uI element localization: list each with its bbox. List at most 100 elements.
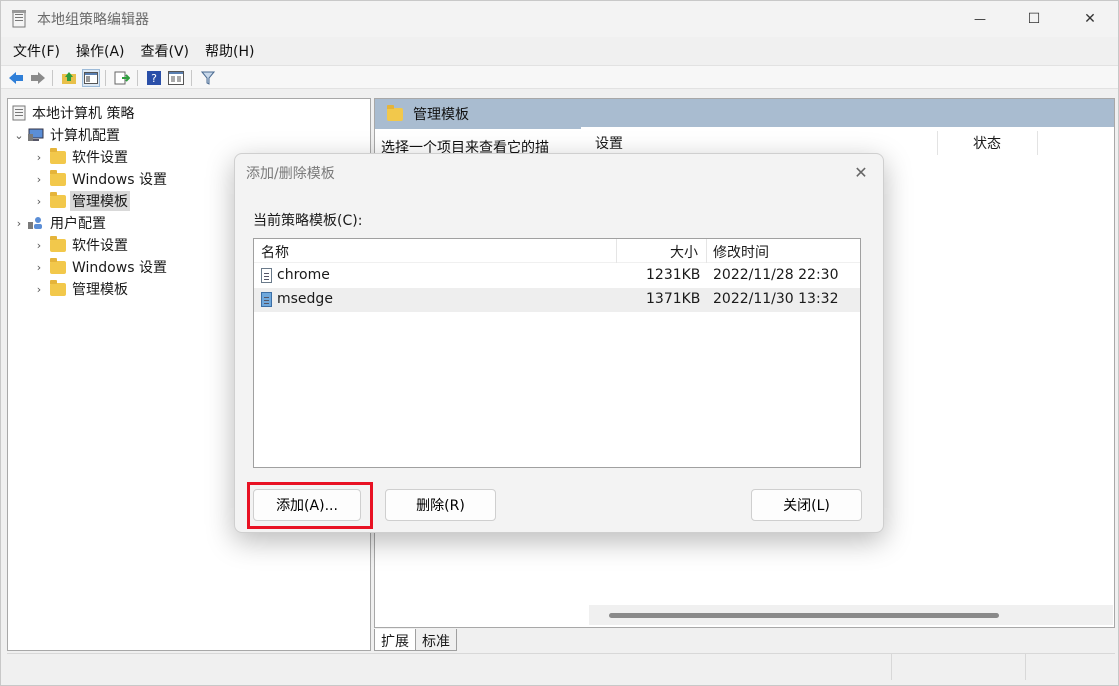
folder-icon: [50, 191, 66, 208]
menu-bar: 文件(F) 操作(A) 查看(V) 帮助(H): [1, 39, 1118, 63]
column-separator[interactable]: [616, 239, 617, 263]
status-separator: [891, 654, 892, 680]
tree-item-user-admin-templates[interactable]: › 管理模板: [32, 278, 130, 300]
tree-label: Windows 设置: [72, 172, 167, 188]
column-state[interactable]: 状态: [973, 133, 1001, 153]
chevron-right-icon[interactable]: ›: [32, 239, 46, 252]
show-hide-tree-button[interactable]: [82, 69, 100, 87]
folder-icon: [50, 257, 66, 274]
template-file-icon: [261, 292, 272, 307]
add-remove-templates-dialog: 添加/删除模板 ✕ 当前策略模板(C): 名称 大小 修改时间 chrome 1…: [234, 153, 884, 533]
column-separator[interactable]: [1037, 131, 1038, 155]
details-header-title: 管理模板: [413, 107, 469, 123]
tree-item-user-windows-settings[interactable]: › Windows 设置: [32, 256, 169, 278]
help-icon: ?: [147, 71, 161, 85]
remove-template-button[interactable]: 删除(R): [385, 489, 496, 521]
tree-label: 软件设置: [72, 238, 128, 254]
chevron-right-icon[interactable]: ›: [32, 283, 46, 296]
user-icon: [28, 217, 42, 229]
tree-label: 管理模板: [72, 282, 128, 298]
template-name: chrome: [277, 267, 330, 283]
folder-icon: [50, 279, 66, 296]
menu-view[interactable]: 查看(V): [135, 39, 196, 63]
view-tabs: 扩展 标准: [374, 629, 457, 651]
tree-item-computer-config[interactable]: ⌄ 计算机配置: [12, 124, 122, 146]
policy-document-icon: [12, 105, 26, 121]
export-list-button[interactable]: [113, 69, 131, 87]
horizontal-scrollbar[interactable]: [589, 605, 1113, 625]
template-size: 1231KB: [646, 267, 701, 283]
template-size: 1371KB: [646, 291, 701, 307]
tree-label: 本地计算机 策略: [32, 106, 135, 122]
computer-icon: [28, 128, 44, 141]
properties-button[interactable]: [167, 69, 185, 87]
properties-icon: [168, 71, 184, 85]
minimize-icon: —: [974, 12, 986, 26]
toolbar: ?: [1, 65, 1118, 89]
chevron-right-icon[interactable]: ›: [32, 195, 46, 208]
tree-item-computer-windows-settings[interactable]: › Windows 设置: [32, 168, 169, 190]
menu-action[interactable]: 操作(A): [70, 39, 131, 63]
template-file-icon: [261, 268, 272, 283]
chevron-down-icon[interactable]: ⌄: [12, 129, 26, 142]
table-row[interactable]: chrome 1231KB 2022/11/28 22:30: [254, 264, 860, 288]
up-folder-button[interactable]: [60, 69, 78, 87]
dialog-title: 添加/删除模板: [246, 166, 335, 182]
folder-icon: [50, 169, 66, 186]
export-list-icon: [114, 71, 130, 85]
maximize-button[interactable]: ☐: [1011, 1, 1057, 37]
tree-item-computer-software-settings[interactable]: › 软件设置: [32, 146, 130, 168]
tree-item-computer-admin-templates[interactable]: › 管理模板: [32, 190, 130, 212]
chevron-right-icon[interactable]: ›: [32, 173, 46, 186]
svg-text:?: ?: [151, 72, 157, 85]
current-templates-label: 当前策略模板(C):: [253, 213, 363, 229]
column-setting[interactable]: 设置: [595, 133, 623, 153]
chevron-right-icon[interactable]: ›: [32, 261, 46, 274]
chevron-right-icon[interactable]: ›: [32, 151, 46, 164]
menu-help[interactable]: 帮助(H): [199, 39, 260, 63]
policy-editor-app-icon: [12, 10, 26, 28]
tree-item-user-config[interactable]: › 用户配置: [12, 212, 108, 234]
show-hide-tree-icon: [84, 72, 98, 84]
filter-button[interactable]: [199, 69, 217, 87]
column-separator[interactable]: [937, 131, 938, 155]
templates-list[interactable]: 名称 大小 修改时间 chrome 1231KB 2022/11/28 22:3…: [253, 238, 861, 468]
tree-label: Windows 设置: [72, 260, 167, 276]
toolbar-separator: [52, 70, 53, 86]
status-separator: [1025, 654, 1026, 680]
template-name: msedge: [277, 291, 333, 307]
table-row[interactable]: msedge 1371KB 2022/11/30 13:32: [254, 288, 860, 312]
filter-icon: [201, 71, 215, 85]
forward-icon: [31, 72, 45, 84]
minimize-button[interactable]: —: [957, 1, 1003, 37]
details-header: 管理模板: [375, 99, 1114, 129]
tree-label: 软件设置: [72, 150, 128, 166]
dialog-close-button[interactable]: ✕: [849, 160, 873, 184]
tree-label: 管理模板: [70, 191, 130, 211]
status-bar: [7, 653, 1115, 680]
window-title: 本地组策略编辑器: [37, 12, 149, 28]
close-icon: ✕: [1084, 11, 1096, 27]
tab-standard[interactable]: 标准: [415, 629, 457, 651]
help-button[interactable]: ?: [145, 69, 163, 87]
column-name[interactable]: 名称: [261, 242, 289, 262]
tree-label: 计算机配置: [50, 128, 120, 144]
folder-icon: [50, 235, 66, 252]
forward-button[interactable]: [29, 69, 47, 87]
highlight-annotation: [247, 482, 373, 529]
column-modified[interactable]: 修改时间: [713, 242, 769, 262]
close-dialog-button[interactable]: 关闭(L): [751, 489, 862, 521]
column-size[interactable]: 大小: [670, 242, 698, 262]
back-button[interactable]: [7, 69, 25, 87]
templates-list-header: 名称 大小 修改时间: [254, 239, 860, 263]
menu-file[interactable]: 文件(F): [7, 39, 66, 63]
tree-item-root[interactable]: 本地计算机 策略: [12, 102, 136, 124]
chevron-right-icon[interactable]: ›: [12, 217, 26, 230]
template-modified: 2022/11/30 13:32: [713, 291, 839, 307]
close-window-button[interactable]: ✕: [1067, 1, 1113, 37]
scrollbar-thumb[interactable]: [609, 613, 999, 618]
tree-label: 用户配置: [50, 216, 106, 232]
tab-extended[interactable]: 扩展: [374, 629, 416, 651]
column-separator[interactable]: [706, 239, 707, 263]
tree-item-user-software-settings[interactable]: › 软件设置: [32, 234, 130, 256]
